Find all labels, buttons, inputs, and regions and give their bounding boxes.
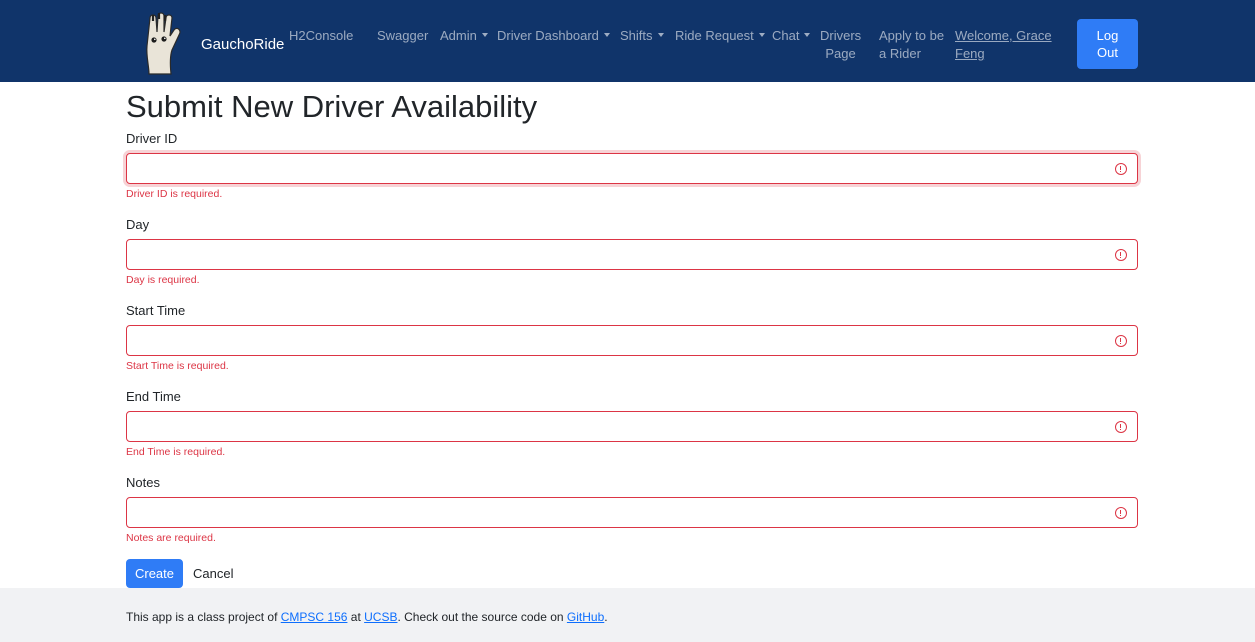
driver-id-error: Driver ID is required. — [126, 188, 223, 200]
nav-chat-dropdown[interactable]: Chat — [772, 27, 811, 45]
welcome-line2: Feng — [955, 46, 985, 61]
nav-ride-request-dropdown[interactable]: Ride Request — [675, 27, 765, 45]
chevron-down-icon — [804, 33, 811, 37]
chevron-down-icon — [481, 33, 488, 37]
nav-chat-label: Chat — [772, 28, 800, 43]
error-icon — [1115, 507, 1127, 519]
cancel-button[interactable]: Cancel — [193, 559, 233, 588]
end-time-input[interactable] — [126, 411, 1138, 442]
chevron-down-icon — [603, 33, 610, 37]
start-time-label: Start Time — [126, 303, 186, 318]
page-title: Submit New Driver Availability — [126, 89, 538, 124]
nav-drivers-page-line2: Page — [825, 46, 856, 61]
nav-apply-rider-line2: a Rider — [879, 46, 921, 61]
day-input[interactable] — [126, 239, 1138, 270]
navbar: GauchoRide H2Console Swagger Admin Drive… — [0, 0, 1255, 82]
logout-line2: Out — [1097, 45, 1118, 60]
nav-admin-label: Admin — [440, 28, 477, 43]
chevron-down-icon — [758, 33, 765, 37]
nav-h2console[interactable]: H2Console — [289, 27, 353, 45]
notes-error: Notes are required. — [126, 532, 216, 544]
nav-driver-dashboard-label: Driver Dashboard — [497, 28, 599, 43]
welcome-user-link[interactable]: Welcome, Grace Feng — [955, 27, 1065, 63]
brand-name[interactable]: GauchoRide — [201, 36, 284, 53]
day-label: Day — [126, 217, 150, 232]
nav-ride-request-label: Ride Request — [675, 28, 754, 43]
logout-button[interactable]: Log Out — [1077, 19, 1138, 69]
nav-shifts-dropdown[interactable]: Shifts — [620, 27, 664, 45]
footer-text-part: This app is a class project of — [126, 610, 281, 624]
nav-admin-dropdown[interactable]: Admin — [440, 27, 488, 45]
nav-driver-dashboard-dropdown[interactable]: Driver Dashboard — [497, 27, 610, 45]
nav-drivers-page[interactable]: Drivers Page — [820, 27, 861, 63]
nav-apply-rider-line1: Apply to be — [879, 28, 945, 43]
github-link[interactable]: GitHub — [567, 610, 604, 624]
day-error: Day is required. — [126, 274, 200, 286]
welcome-line1: Welcome, Grace — [955, 28, 1052, 43]
nav-apply-rider[interactable]: Apply to be a Rider — [879, 27, 944, 63]
end-time-error: End Time is required. — [126, 446, 226, 458]
nav-drivers-page-line1: Drivers — [820, 28, 862, 43]
footer-text-part: . Check out the source code on — [397, 610, 567, 624]
create-button[interactable]: Create — [126, 559, 183, 588]
start-time-error: Start Time is required. — [126, 360, 229, 372]
driver-id-label: Driver ID — [126, 131, 178, 146]
logout-line1: Log — [1096, 28, 1119, 43]
error-icon — [1115, 335, 1127, 347]
gaucho-hand-logo[interactable] — [136, 12, 186, 76]
chevron-down-icon — [657, 33, 664, 37]
error-icon — [1115, 249, 1127, 261]
footer-text: This app is a class project of CMPSC 156… — [126, 610, 608, 624]
start-time-input[interactable] — [126, 325, 1138, 356]
nav-shifts-label: Shifts — [620, 28, 653, 43]
error-icon — [1115, 421, 1127, 433]
error-icon — [1115, 163, 1127, 175]
end-time-label: End Time — [126, 389, 181, 404]
footer-text-part: at — [347, 610, 365, 624]
driver-id-input[interactable] — [126, 153, 1138, 184]
footer: This app is a class project of CMPSC 156… — [0, 588, 1255, 642]
cmpsc156-link[interactable]: CMPSC 156 — [281, 610, 348, 624]
notes-input[interactable] — [126, 497, 1138, 528]
ucsb-link[interactable]: UCSB — [364, 610, 397, 624]
nav-swagger[interactable]: Swagger — [377, 27, 428, 45]
notes-label: Notes — [126, 475, 160, 490]
footer-text-part: . — [604, 610, 608, 624]
